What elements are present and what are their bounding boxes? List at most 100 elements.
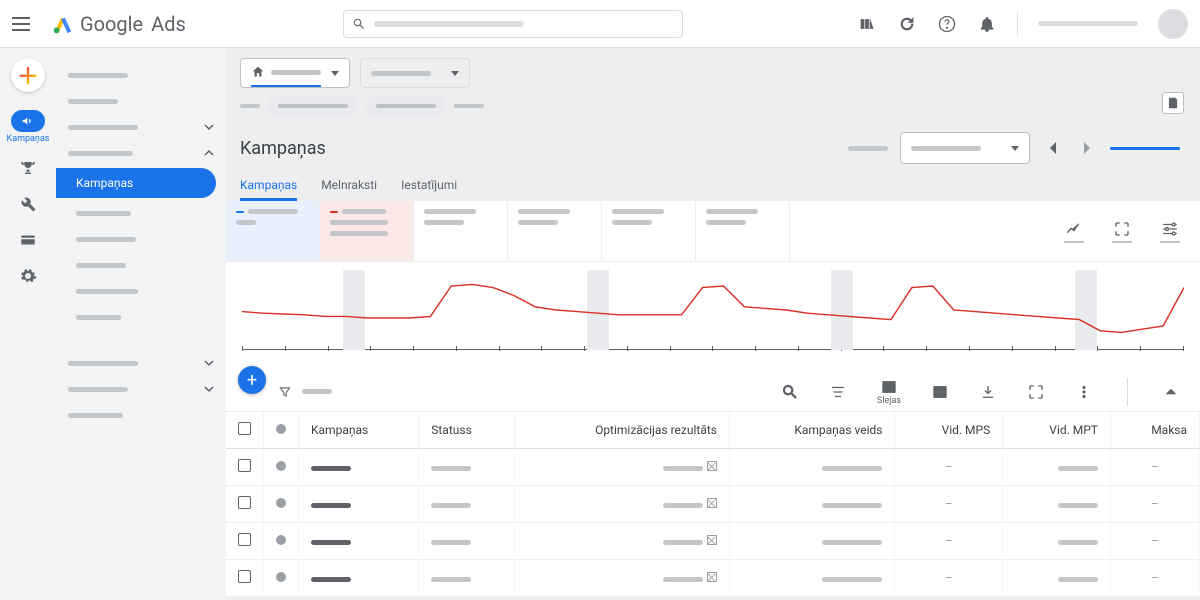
save-icon [1166, 96, 1180, 110]
metric-card[interactable] [226, 201, 320, 261]
download-button[interactable] [979, 383, 997, 401]
date-prev-button[interactable] [1042, 132, 1064, 164]
fullscreen-button[interactable] [1027, 383, 1045, 401]
avatar[interactable] [1158, 9, 1188, 39]
columns-button[interactable]: Slejas [877, 378, 901, 406]
status-placeholder [431, 466, 471, 471]
status-placeholder [431, 540, 471, 545]
metric-card[interactable] [414, 201, 508, 261]
table-row[interactable]: –– [226, 486, 1200, 523]
nav-item[interactable] [56, 304, 226, 330]
row-checkbox[interactable] [238, 533, 251, 546]
nav-item[interactable] [56, 114, 226, 140]
app-header: Google Ads [0, 0, 1200, 48]
table-row[interactable]: –– [226, 560, 1200, 597]
filter-icon[interactable] [278, 385, 292, 399]
select-all-checkbox[interactable] [238, 422, 251, 435]
table-row[interactable]: –– [226, 449, 1200, 486]
metric-card[interactable] [602, 201, 696, 261]
metric-card[interactable] [320, 201, 414, 261]
filter-chip[interactable] [366, 96, 446, 116]
rail-tools[interactable] [4, 188, 52, 220]
optimization-na-icon [707, 535, 717, 545]
save-view-button[interactable] [1162, 92, 1184, 114]
cell-avg-mps: – [895, 486, 1003, 523]
nav-item[interactable] [56, 278, 226, 304]
type-placeholder [822, 503, 882, 508]
row-checkbox[interactable] [238, 459, 251, 472]
adjust-button[interactable] [1160, 218, 1180, 244]
campaign-name-placeholder [311, 577, 351, 582]
rail-campaigns[interactable]: Kampaņas [4, 104, 52, 148]
create-button[interactable]: ＋ [11, 58, 45, 92]
notifications-icon[interactable] [977, 14, 997, 34]
tab-drafts[interactable]: Melnraksti [321, 172, 377, 201]
expand-button[interactable] [1112, 218, 1132, 244]
divider [1017, 12, 1018, 36]
metric-card[interactable] [696, 201, 790, 261]
menu-button[interactable] [12, 12, 36, 36]
nav-item[interactable] [56, 376, 226, 402]
nav-item[interactable] [56, 402, 226, 428]
icon-rail: ＋ Kampaņas [0, 48, 56, 600]
filter-chip[interactable] [268, 96, 358, 116]
nav-item[interactable] [56, 62, 226, 88]
status-placeholder [431, 503, 471, 508]
cell-cost: – [1110, 449, 1199, 486]
mpt-placeholder [1058, 577, 1098, 582]
col-avg-mps[interactable]: Vid. MPS [895, 412, 1003, 449]
tab-bar: Kampaņas Melnraksti Iestatījumi [226, 172, 1200, 201]
reports-button[interactable] [931, 383, 949, 401]
status-dot-icon [276, 535, 286, 545]
search-placeholder [374, 21, 524, 27]
chevron-down-icon [204, 384, 214, 394]
view-link[interactable] [1110, 147, 1180, 150]
cell-cost: – [1110, 523, 1199, 560]
nav-item[interactable] [56, 226, 226, 252]
search-table-button[interactable] [781, 383, 799, 401]
tab-settings[interactable]: Iestatījumi [401, 172, 457, 201]
col-cost[interactable]: Maksa [1110, 412, 1199, 449]
library-icon[interactable] [857, 14, 877, 34]
col-avg-mpt[interactable]: Vid. MPT [1003, 412, 1111, 449]
page-title: Kampaņas [240, 138, 326, 159]
col-status[interactable]: Statuss [419, 412, 515, 449]
date-range-dropdown[interactable] [900, 132, 1030, 164]
col-type[interactable]: Kampaņas veids [729, 412, 895, 449]
collapse-button[interactable] [1162, 383, 1180, 401]
metric-card[interactable] [508, 201, 602, 261]
help-icon[interactable] [937, 14, 957, 34]
rail-campaigns-label: Kampaņas [7, 134, 50, 144]
col-optimization[interactable]: Optimizācijas rezultāts [515, 412, 730, 449]
brand-google: Google [80, 12, 143, 36]
account-dropdown[interactable] [240, 58, 350, 88]
date-next-button[interactable] [1076, 132, 1098, 164]
nav-item[interactable] [56, 200, 226, 226]
nav-item[interactable] [56, 252, 226, 278]
performance-chart[interactable] [226, 262, 1200, 372]
tab-campaigns[interactable]: Kampaņas [240, 172, 297, 201]
chart-line-button[interactable] [1064, 218, 1084, 244]
rail-admin[interactable] [4, 260, 52, 292]
row-checkbox[interactable] [238, 570, 251, 583]
product-logo[interactable]: Google Ads [52, 12, 186, 36]
refresh-icon[interactable] [897, 14, 917, 34]
search-input[interactable] [343, 10, 683, 38]
nav-item[interactable] [56, 88, 226, 114]
trophy-icon [18, 158, 38, 178]
nav-item[interactable] [56, 140, 226, 166]
col-campaigns[interactable]: Kampaņas [299, 412, 419, 449]
more-button[interactable] [1075, 383, 1093, 401]
add-campaign-button[interactable]: + [238, 366, 266, 394]
scope-dropdown[interactable] [360, 58, 470, 88]
rail-billing[interactable] [4, 224, 52, 256]
nav-item[interactable] [56, 350, 226, 376]
credit-card-icon [18, 230, 38, 250]
chevron-down-icon [204, 122, 214, 132]
rail-goals[interactable] [4, 152, 52, 184]
row-checkbox[interactable] [238, 496, 251, 509]
segment-button[interactable] [829, 383, 847, 401]
nav-selected-campaigns[interactable]: Kampaņas [56, 168, 216, 198]
optimization-na-icon [707, 572, 717, 582]
table-row[interactable]: –– [226, 523, 1200, 560]
